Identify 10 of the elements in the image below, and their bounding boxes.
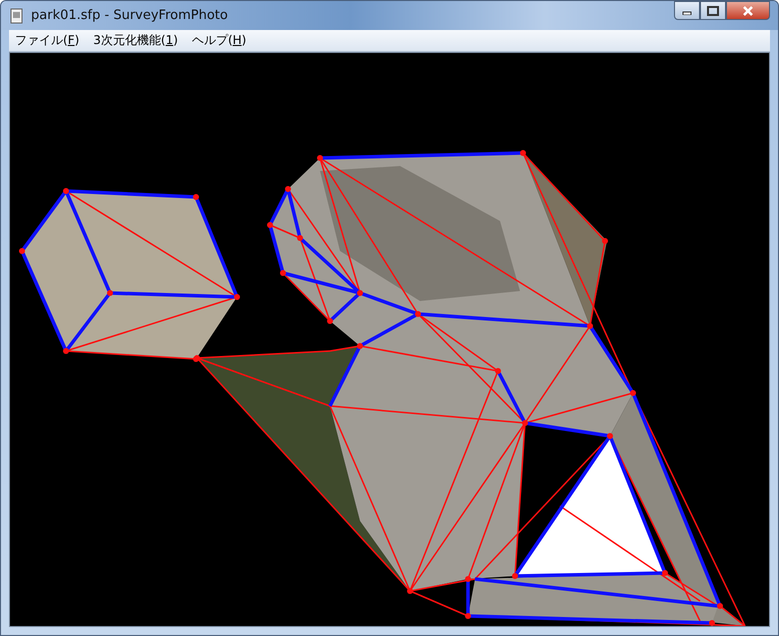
window-title: park01.sfp - SurveyFromPhoto [31,8,229,23]
document-icon [9,8,25,24]
minimize-button[interactable] [674,1,700,20]
menu-item[interactable]: 3次元化機能(1) [93,32,178,49]
close-button[interactable] [726,1,770,20]
menu-item[interactable]: ファイル(F) [15,32,80,49]
close-icon [742,6,754,16]
maximize-button[interactable] [700,1,726,20]
maximize-icon [707,6,719,16]
menu-item[interactable]: ヘルプ(H) [192,32,246,49]
